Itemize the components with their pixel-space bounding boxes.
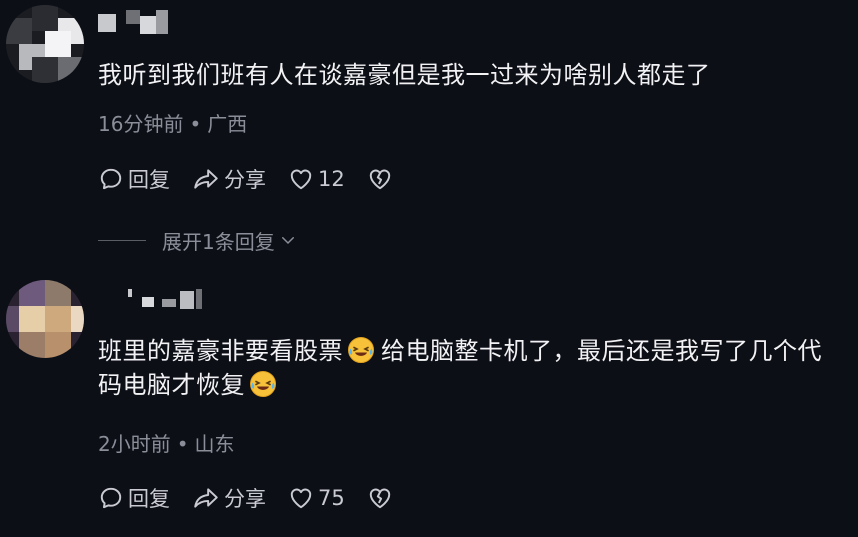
avatar[interactable]	[6, 5, 84, 83]
meta-separator: •	[189, 112, 202, 136]
divider-line	[98, 239, 146, 241]
like-count: 12	[318, 167, 345, 191]
comment-actions: 回复 分享 75	[98, 483, 419, 513]
comment-text: 我听到我们班有人在谈嘉豪但是我一过来为啥别人都走了	[98, 61, 711, 89]
laughing-crying-emoji-icon	[348, 337, 374, 363]
share-label: 分享	[224, 168, 266, 192]
reply-button[interactable]: 回复	[98, 164, 170, 194]
share-arrow-icon	[194, 488, 218, 508]
meta-separator: •	[176, 432, 189, 456]
expand-replies-label: 展开1条回复	[162, 229, 275, 254]
comment-time: 16分钟前	[98, 112, 184, 136]
reply-label: 回复	[128, 168, 170, 192]
dislike-button[interactable]	[367, 485, 397, 511]
chevron-down-icon	[281, 237, 294, 245]
expand-replies-button[interactable]: 展开1条回复	[98, 226, 297, 254]
dislike-button[interactable]	[367, 166, 397, 192]
comment-bubble-icon	[100, 168, 122, 190]
share-button[interactable]: 分享	[192, 164, 266, 194]
broken-heart-icon	[369, 169, 390, 190]
broken-heart-icon	[369, 488, 390, 509]
comment-location: 广西	[207, 112, 248, 136]
comment-meta: 16分钟前 • 广西	[98, 108, 247, 137]
like-button[interactable]: 12	[288, 166, 345, 192]
heart-icon	[290, 169, 312, 190]
share-button[interactable]: 分享	[192, 483, 266, 513]
share-label: 分享	[224, 487, 266, 511]
avatar[interactable]	[6, 280, 84, 358]
like-count: 75	[318, 486, 345, 510]
comment-meta: 2小时前 • 山东	[98, 428, 235, 457]
comment-location: 山东	[194, 432, 235, 456]
comment-text-part1: 班里的嘉豪非要看股票	[98, 337, 343, 365]
like-button[interactable]: 75	[288, 485, 345, 511]
comment-text: 班里的嘉豪非要看股票 给电脑整卡机了，最后还是我写了几个代码电脑才恢复	[98, 334, 838, 402]
comment-time: 2小时前	[98, 432, 171, 456]
heart-icon	[290, 488, 312, 509]
comment-item: 我听到我们班有人在谈嘉豪但是我一过来为啥别人都走了 16分钟前 • 广西 回复 分享…	[0, 0, 858, 254]
laughing-crying-emoji-icon	[250, 371, 276, 397]
share-arrow-icon	[194, 169, 218, 189]
reply-button[interactable]: 回复	[98, 483, 170, 513]
reply-label: 回复	[128, 487, 170, 511]
comment-bubble-icon	[100, 487, 122, 509]
comment-item: 班里的嘉豪非要看股票 给电脑整卡机了，最后还是我写了几个代码电脑才恢复 2小时前 •…	[0, 270, 858, 537]
comment-actions: 回复 分享 12	[98, 164, 419, 194]
